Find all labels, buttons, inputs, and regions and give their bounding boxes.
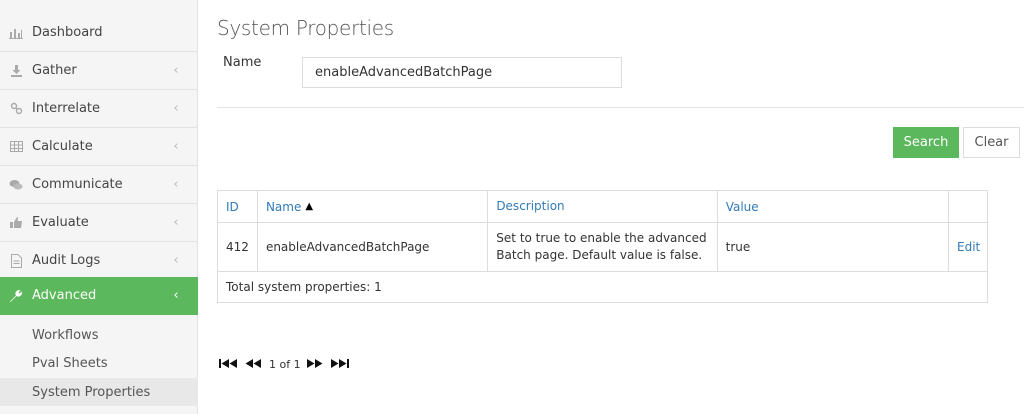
- sidebar-subitem-system-properties[interactable]: System Properties: [0, 378, 198, 406]
- description-line: Batch page. Default value is false.: [496, 248, 703, 262]
- chevron-left-icon: ‹: [173, 215, 179, 230]
- sidebar-item-calculate[interactable]: Calculate ‹: [0, 128, 198, 166]
- sidebar-subitem-pval-sheets[interactable]: Pval Sheets: [0, 349, 198, 377]
- sidebar-item-label: Evaluate: [32, 215, 89, 230]
- sidebar-item-label: Gather: [32, 63, 77, 78]
- description-line: Set to true to enable the advanced: [496, 231, 707, 245]
- wrench-icon: [8, 289, 24, 303]
- chevron-left-icon: ‹: [173, 139, 179, 154]
- cell-name: enableAdvancedBatchPage: [258, 223, 489, 271]
- thumbs-up-icon: [8, 216, 24, 229]
- column-header-actions: [949, 191, 987, 222]
- cell-id: 412: [218, 223, 258, 271]
- last-page-icon[interactable]: [330, 358, 351, 371]
- chevron-left-icon: ‹: [173, 253, 179, 268]
- sidebar-item-dashboard[interactable]: Dashboard: [0, 14, 198, 52]
- table-row: 412 enableAdvancedBatchPage Set to true …: [218, 223, 987, 272]
- name-label: Name: [223, 55, 262, 70]
- sidebar-item-gather[interactable]: Gather ‹: [0, 52, 198, 90]
- chevron-left-icon: ‹: [173, 177, 179, 192]
- chevron-left-icon: ‹: [173, 63, 179, 78]
- column-header-name-label: Name: [265, 199, 302, 214]
- sidebar-item-label: Audit Logs: [32, 253, 101, 268]
- sidebar-item-label: Advanced: [32, 288, 97, 303]
- document-icon: [8, 253, 24, 268]
- table-icon: [8, 141, 24, 152]
- chevron-left-icon: ‹: [173, 288, 179, 303]
- column-header-value[interactable]: Value: [718, 191, 950, 222]
- sidebar-item-interrelate[interactable]: Interrelate ‹: [0, 90, 198, 128]
- first-page-icon[interactable]: [219, 358, 239, 371]
- properties-table: ID Name ▲ Description Value 412 enableAd…: [217, 190, 988, 303]
- clear-button[interactable]: Clear: [963, 127, 1020, 158]
- sidebar-item-label: Communicate: [32, 177, 123, 192]
- next-page-icon[interactable]: [306, 358, 325, 371]
- sort-ascending-icon: ▲: [305, 201, 314, 212]
- cell-description: Set to true to enable the advanced Batch…: [488, 223, 718, 271]
- chevron-left-icon: ‹: [173, 101, 179, 116]
- sidebar-item-label: Interrelate: [32, 101, 101, 116]
- edit-link[interactable]: Edit: [957, 240, 980, 254]
- sidebar-item-label: Dashboard: [32, 25, 103, 40]
- column-header-description[interactable]: Description: [488, 191, 718, 222]
- table-footer: Total system properties: 1: [226, 280, 382, 294]
- sidebar-item-audit-logs[interactable]: Audit Logs ‹: [0, 242, 198, 280]
- download-icon: [8, 64, 24, 77]
- search-button[interactable]: Search: [893, 127, 959, 158]
- page-title: System Properties: [217, 16, 394, 40]
- name-input[interactable]: [302, 57, 622, 88]
- sidebar-subitem-workflows[interactable]: Workflows: [0, 321, 198, 349]
- cell-actions: Edit: [949, 223, 987, 271]
- sidebar-item-evaluate[interactable]: Evaluate ‹: [0, 204, 198, 242]
- table-header-row: ID Name ▲ Description Value: [218, 191, 987, 223]
- column-header-id[interactable]: ID: [218, 191, 258, 222]
- bar-chart-icon: [8, 27, 24, 39]
- link-icon: [8, 102, 24, 115]
- sidebar-item-label: Calculate: [32, 139, 93, 154]
- previous-page-icon[interactable]: [245, 358, 263, 371]
- sidebar-item-advanced[interactable]: Advanced ‹: [0, 277, 198, 315]
- comments-icon: [8, 179, 24, 191]
- divider: [217, 107, 1024, 108]
- pagination: 1 of 1: [219, 358, 357, 371]
- sidebar: Dashboard Gather ‹ Interrelate ‹ Calcula…: [0, 0, 198, 414]
- cell-value: true: [718, 223, 950, 271]
- column-header-name[interactable]: Name ▲: [258, 191, 489, 222]
- sidebar-item-communicate[interactable]: Communicate ‹: [0, 166, 198, 204]
- page-status: 1 of 1: [269, 358, 301, 371]
